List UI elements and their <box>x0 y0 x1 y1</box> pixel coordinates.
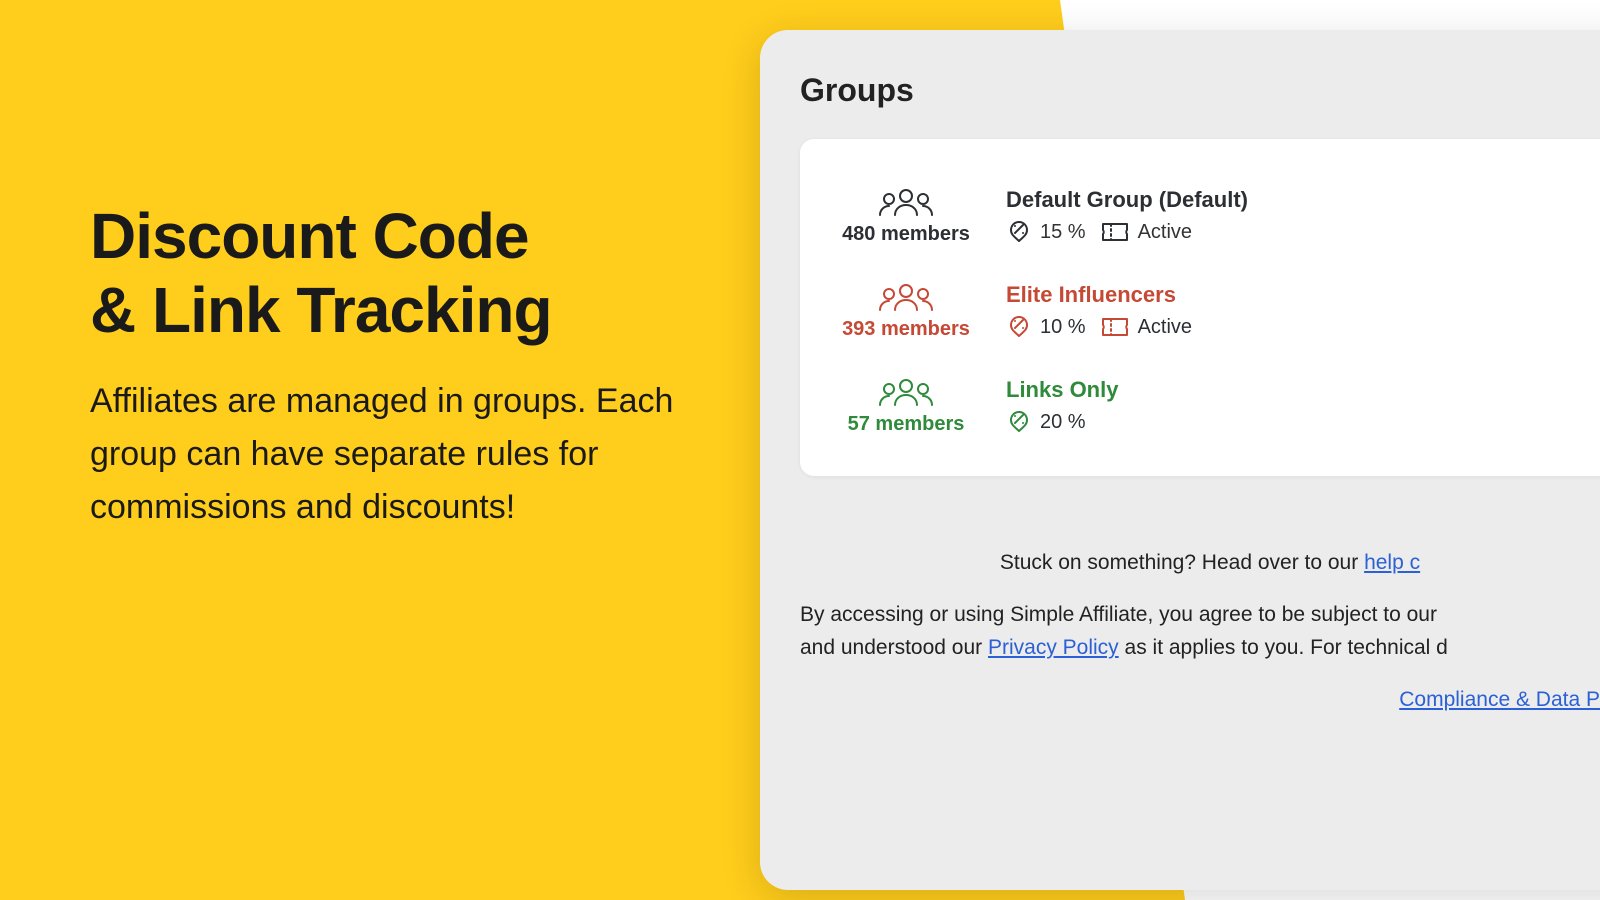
commission-icon <box>1006 314 1032 340</box>
commission-value: 10 % <box>1040 316 1086 339</box>
status-label: Active <box>1138 316 1192 339</box>
commission-value: 20 % <box>1040 411 1086 434</box>
status-label: Active <box>1138 221 1192 244</box>
compliance-line: Compliance & Data P <box>800 683 1600 717</box>
members-count: 57 members <box>848 413 965 435</box>
commission-icon <box>1006 219 1032 245</box>
group-name: Links Only <box>1006 377 1584 403</box>
group-name: Elite Influencers <box>1006 282 1584 308</box>
group-row[interactable]: 480 members Default Group (Default) 15 % <box>836 169 1584 264</box>
help-link[interactable]: help c <box>1364 551 1420 574</box>
ticket-icon <box>1100 221 1130 243</box>
members-icon <box>877 282 935 312</box>
members-icon <box>877 187 935 217</box>
group-name: Default Group (Default) <box>1006 187 1584 213</box>
panel-footer: Stuck on something? Head over to our hel… <box>800 546 1600 716</box>
help-line: Stuck on something? Head over to our hel… <box>800 546 1600 580</box>
marketing-title-line2: & Link Tracking <box>90 274 552 346</box>
group-row[interactable]: 57 members Links Only 20 % <box>836 359 1584 454</box>
members-icon <box>877 377 935 407</box>
ticket-icon <box>1100 316 1130 338</box>
marketing-subtitle: Affiliates are managed in groups. Each g… <box>90 375 710 533</box>
members-count: 393 members <box>842 318 970 340</box>
members-count: 480 members <box>842 223 970 245</box>
marketing-title: Discount Code & Link Tracking <box>90 200 710 347</box>
marketing-title-line1: Discount Code <box>90 200 529 272</box>
compliance-link[interactable]: Compliance & Data P <box>1399 688 1600 711</box>
legal-line: By accessing or using Simple Affiliate, … <box>800 598 1600 665</box>
marketing-copy: Discount Code & Link Tracking Affiliates… <box>90 200 710 533</box>
privacy-link[interactable]: Privacy Policy <box>988 636 1119 659</box>
group-row[interactable]: 393 members Elite Influencers 10 % <box>836 264 1584 359</box>
commission-value: 15 % <box>1040 221 1086 244</box>
commission-icon <box>1006 409 1032 435</box>
groups-panel: Groups 480 members Default Group (Defaul… <box>760 30 1600 890</box>
groups-card: 480 members Default Group (Default) 15 % <box>800 139 1600 476</box>
panel-title: Groups <box>800 72 1600 109</box>
